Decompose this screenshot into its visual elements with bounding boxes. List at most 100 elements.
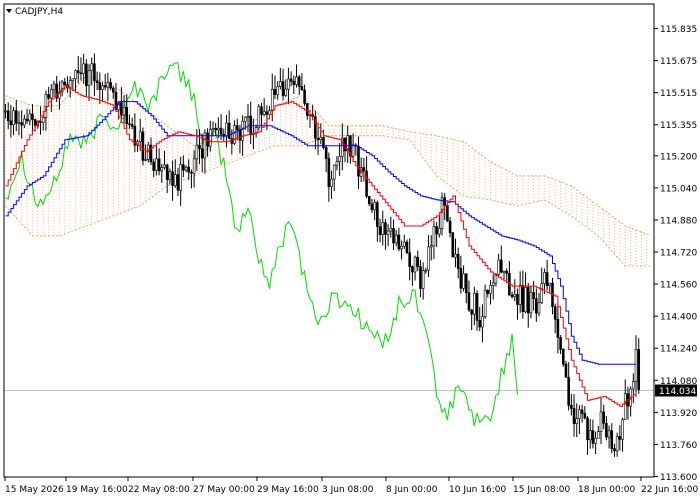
candle-body <box>281 81 285 96</box>
candle-body <box>597 431 600 439</box>
candle-body <box>491 282 495 286</box>
candle-body <box>257 106 261 128</box>
x-tick-label: 15 May 2026 <box>5 485 64 495</box>
candle-body <box>497 259 500 275</box>
candle-body <box>173 174 177 186</box>
candle[interactable] <box>257 104 261 131</box>
candle-body <box>411 266 414 273</box>
candle-body <box>513 294 517 297</box>
candle-body <box>76 70 80 74</box>
candle-body <box>435 226 438 235</box>
candle-body <box>289 78 293 82</box>
price-axis[interactable]: 115.835 115.675 115.515 115.355 115.200 115.0… <box>654 25 697 483</box>
candle[interactable] <box>451 231 455 258</box>
candle-body <box>510 294 514 297</box>
y-tick-label: 113.760 <box>660 441 697 451</box>
candle-body <box>367 196 371 205</box>
candle-body <box>475 293 479 321</box>
candle-body <box>613 448 616 452</box>
candle-body <box>190 171 193 174</box>
candle-body <box>454 253 457 258</box>
candle-body <box>373 202 376 211</box>
candle-body <box>392 228 395 244</box>
candle-body <box>400 245 403 250</box>
candle-body <box>427 246 430 271</box>
x-tick-label: 3 Jun 08:00 <box>322 485 374 495</box>
candle-body <box>41 117 45 123</box>
y-tick-label: 115.040 <box>660 184 697 194</box>
candle-body <box>130 124 134 127</box>
candle-body <box>14 110 18 124</box>
candle-body <box>556 318 560 338</box>
candle-body <box>467 292 471 311</box>
candle-body <box>157 158 161 172</box>
candle[interactable] <box>561 348 565 367</box>
candle-body <box>548 282 552 286</box>
candle-body <box>292 81 296 85</box>
candle-body <box>572 408 576 424</box>
candle-body <box>168 171 172 180</box>
candle-body <box>4 110 7 113</box>
y-tick-label: 115.200 <box>660 152 697 162</box>
candle-body <box>478 320 482 328</box>
candle-body <box>211 127 215 131</box>
candle-body <box>39 121 42 123</box>
candle-body <box>214 127 217 131</box>
candle-body <box>402 241 406 247</box>
candle-body <box>120 102 123 116</box>
candle-body <box>279 81 282 87</box>
candle-body <box>31 113 34 120</box>
x-tick-label: 8 Jun 00:00 <box>386 485 438 495</box>
candle-body <box>192 158 196 174</box>
candle-body <box>284 88 288 96</box>
candle-body <box>448 220 452 234</box>
candle-body <box>179 164 182 191</box>
candle-body <box>6 110 10 122</box>
candle-body <box>588 430 592 441</box>
candle-body <box>505 270 508 274</box>
candle-body <box>265 111 269 115</box>
candle-body <box>456 253 460 269</box>
candle-body <box>303 89 306 104</box>
candle-body <box>483 290 487 317</box>
y-tick-label: 114.720 <box>660 249 697 259</box>
candle-body <box>20 122 23 126</box>
candle-body <box>386 230 390 235</box>
candle-body <box>632 381 635 390</box>
candle-body <box>462 273 465 289</box>
candle-body <box>208 129 212 147</box>
candle-body <box>12 110 15 126</box>
candle-body <box>438 228 441 235</box>
candle-body <box>394 234 398 244</box>
x-tick-label: 22 Jun 16:00 <box>641 485 698 495</box>
candle-body <box>165 164 169 180</box>
candle-body <box>529 292 533 314</box>
candle-body <box>615 436 619 452</box>
candle-body <box>200 148 204 159</box>
candle-body <box>106 82 110 88</box>
candle-body <box>195 144 199 160</box>
chart-window[interactable]: 115.835 115.675 115.515 115.355 115.200 115.0… <box>0 0 700 500</box>
candle-body <box>481 316 484 328</box>
candle-body <box>432 226 436 246</box>
chart-canvas[interactable]: 115.835 115.675 115.515 115.355 115.200 115.0… <box>0 0 700 500</box>
candle-body <box>138 131 142 142</box>
candle-body <box>160 167 164 172</box>
candle-body <box>545 272 549 286</box>
candle-body <box>182 164 185 171</box>
candle-body <box>109 82 112 89</box>
candle-body <box>50 89 53 99</box>
candle-body <box>518 285 522 305</box>
candle-body <box>324 147 328 159</box>
candle-body <box>413 256 417 273</box>
candle-body <box>451 232 455 258</box>
y-tick-label: 113.920 <box>660 409 697 419</box>
candle-body <box>71 78 75 81</box>
candle-body <box>25 118 29 122</box>
y-tick-label: 114.880 <box>660 216 697 226</box>
x-tick-label: 27 May 00:00 <box>193 485 255 495</box>
candle[interactable] <box>141 127 145 166</box>
candle-body <box>330 178 333 188</box>
candle-body <box>155 158 158 171</box>
candle-body <box>532 292 535 300</box>
